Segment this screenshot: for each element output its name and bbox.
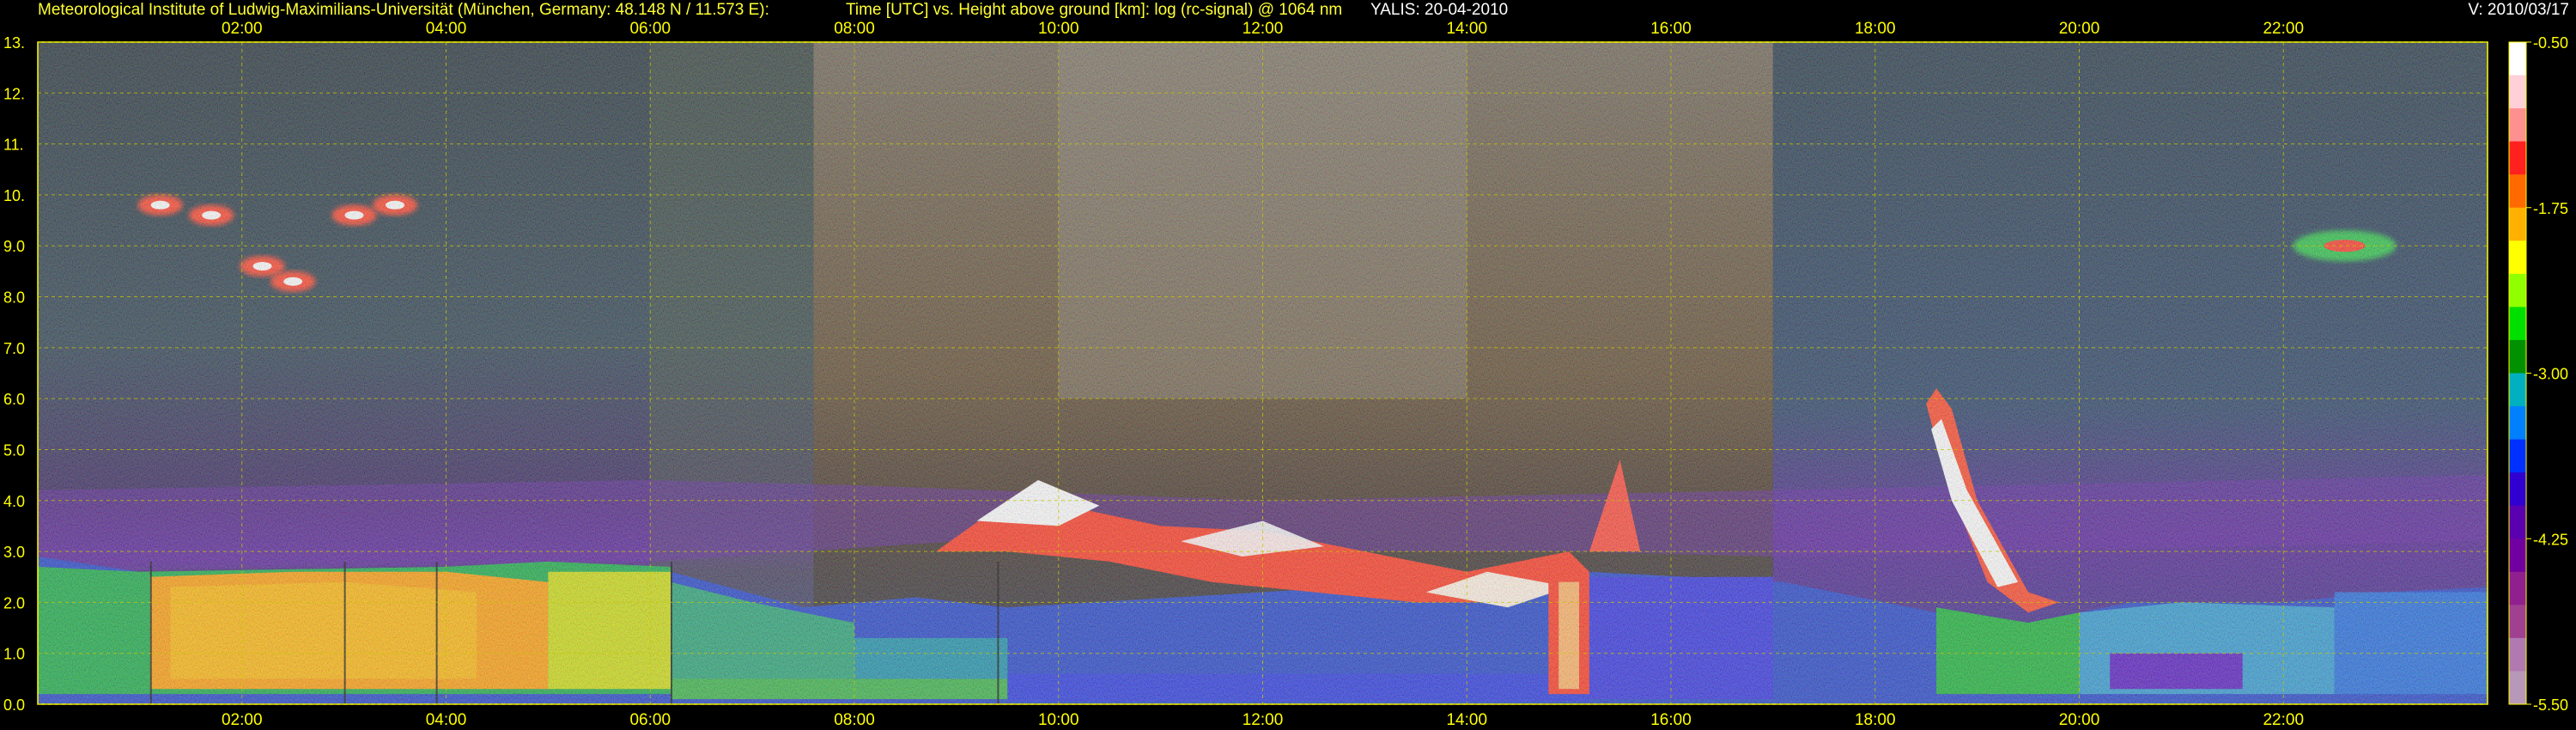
colorbar-segment-4 <box>2509 141 2526 175</box>
colorbar-tick-label: -4.25 <box>2533 531 2568 548</box>
colorbar-segment-6 <box>2509 207 2526 241</box>
y-tick-label: 2.0 <box>3 594 25 611</box>
y-tick-label: 1.0 <box>3 646 25 663</box>
y-tick-label: 7.0 <box>3 340 25 357</box>
y-tick-label: 12. <box>3 85 25 102</box>
y-tick-label: 13. <box>3 34 25 52</box>
y-tick-label: 5.0 <box>3 441 25 459</box>
colorbar-segment-14 <box>2509 472 2526 507</box>
y-tick-label: 4.0 <box>3 493 25 510</box>
colorbar-segment-18 <box>2509 605 2526 639</box>
colorbar-segment-12 <box>2509 406 2526 441</box>
colorbar-segment-2 <box>2509 75 2526 109</box>
x-tick-label-top: 16:00 <box>1650 20 1692 38</box>
x-tick-label-top: 06:00 <box>629 20 671 38</box>
x-tick-label-bottom: 18:00 <box>1855 711 1896 729</box>
colorbar-segment-1 <box>2509 42 2526 76</box>
x-tick-label-top: 20:00 <box>2059 20 2100 38</box>
x-tick-label-bottom: 10:00 <box>1038 711 1079 729</box>
version-label: V: 2010/03/17 <box>2468 1 2569 19</box>
colorbar-segment-9 <box>2509 307 2526 341</box>
colorbar-tick-label: -0.50 <box>2533 34 2568 52</box>
x-tick-label-bottom: 04:00 <box>426 711 467 729</box>
colorbar-segment-20 <box>2509 671 2526 705</box>
y-tick-label: 6.0 <box>3 391 25 408</box>
y-tick-label: 9.0 <box>3 238 25 255</box>
colorbar-tick-label: -5.50 <box>2533 697 2568 714</box>
x-tick-label-top: 22:00 <box>2263 20 2304 38</box>
x-tick-label-bottom: 02:00 <box>222 711 263 729</box>
lidar-chart: 0.0 1.0 2.0 3.0 4.0 5.0 6.0 7.0 8.0 9.0 10. 11. 12. 1… <box>3 20 2568 729</box>
colorbar-tick-label: -1.75 <box>2533 200 2568 217</box>
colorbar-tick-label: -3.00 <box>2533 366 2568 383</box>
y-tick-label: 11. <box>3 137 24 154</box>
x-tick-label-top: 18:00 <box>1855 20 1896 38</box>
x-tick-label-top: 08:00 <box>834 20 875 38</box>
x-tick-label-bottom: 14:00 <box>1446 711 1487 729</box>
x-tick-label-bottom: 08:00 <box>834 711 875 729</box>
x-tick-label-bottom: 20:00 <box>2059 711 2100 729</box>
colorbar-segment-5 <box>2509 174 2526 209</box>
colorbar: -0.50 -1.75 -3.00 -4.25 -5.50 <box>2508 34 2568 714</box>
colorbar-segment-11 <box>2509 373 2526 407</box>
chart-title: Time [UTC] vs. Height above ground [km]:… <box>846 1 1343 19</box>
x-tick-label-top: 04:00 <box>426 20 467 38</box>
y-tick-label: 0.0 <box>3 697 25 714</box>
y-tick-label: 3.0 <box>3 544 25 561</box>
x-tick-label-bottom: 22:00 <box>2263 711 2304 729</box>
colorbar-segment-8 <box>2509 273 2526 307</box>
y-tick-label: 10. <box>3 187 25 204</box>
colorbar-segment-3 <box>2509 108 2526 143</box>
colorbar-segment-19 <box>2509 637 2526 672</box>
institute-label: Meteorological Institute of Ludwig-Maxim… <box>38 1 769 19</box>
colorbar-segment-17 <box>2509 571 2526 605</box>
colorbar-segment-16 <box>2509 538 2526 573</box>
x-tick-label-top: 14:00 <box>1446 20 1487 38</box>
colorbar-segment-13 <box>2509 439 2526 473</box>
colorbar-segment-10 <box>2509 339 2526 374</box>
x-tick-label-bottom: 06:00 <box>629 711 671 729</box>
x-tick-label-top: 02:00 <box>222 20 263 38</box>
colorbar-segment-15 <box>2509 505 2526 539</box>
colorbar-segment-7 <box>2509 240 2526 275</box>
y-tick-label: 8.0 <box>3 289 25 307</box>
x-tick-label-bottom: 12:00 <box>1242 711 1284 729</box>
x-tick-label-bottom: 16:00 <box>1650 711 1692 729</box>
x-tick-label-top: 12:00 <box>1242 20 1284 38</box>
x-tick-label-top: 10:00 <box>1038 20 1079 38</box>
instrument-date-label: YALIS: 20-04-2010 <box>1370 1 1509 19</box>
